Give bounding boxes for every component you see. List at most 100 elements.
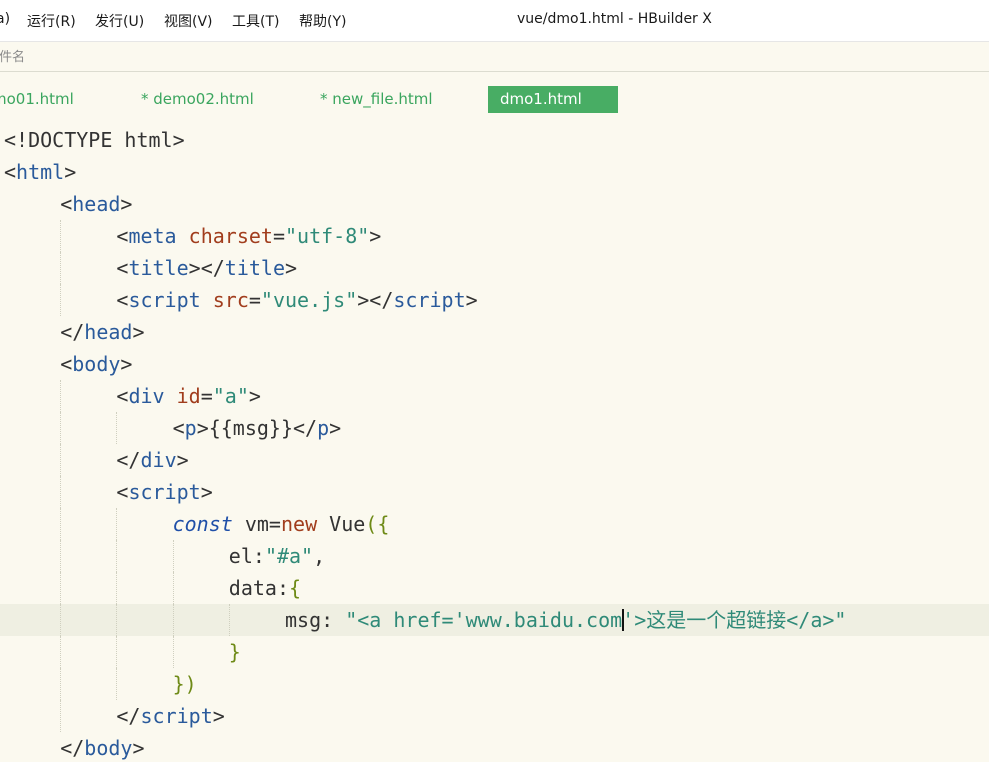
code-token: }	[228, 640, 241, 664]
code-line[interactable]: <title></title>	[0, 252, 989, 284]
code-line[interactable]: data:{	[0, 572, 989, 604]
code-token: head	[72, 192, 121, 216]
code-text: <title></title>	[116, 252, 297, 284]
code-token: >	[369, 224, 382, 248]
code-token: })	[172, 672, 197, 696]
code-line[interactable]: <meta charset="utf-8">	[0, 220, 989, 252]
code-line[interactable]: <html>	[0, 156, 989, 188]
indent-guide	[60, 604, 62, 636]
indent-guide	[60, 220, 62, 252]
code-line[interactable]: <script>	[0, 476, 989, 508]
code-line[interactable]: const vm=new Vue({	[0, 508, 989, 540]
indent-guide	[116, 636, 118, 668]
indent-guide	[60, 284, 62, 316]
code-token: <	[4, 160, 17, 184]
code-token: >	[465, 288, 478, 312]
code-token: script	[128, 480, 201, 504]
indent-guide	[60, 636, 62, 668]
code-text: <meta charset="utf-8">	[116, 220, 381, 252]
code-line[interactable]: <p>{{msg}}</p>	[0, 412, 989, 444]
code-text: <html>	[4, 156, 76, 188]
file-search-input[interactable]	[0, 47, 386, 67]
code-token: :	[321, 608, 346, 632]
indent-guide	[116, 572, 118, 604]
indent-guide	[60, 444, 62, 476]
indent-guide	[60, 380, 62, 412]
code-token: <	[116, 256, 129, 280]
tab-demo01[interactable]: mo01.html	[0, 86, 74, 113]
code-token: =	[248, 288, 261, 312]
code-token: html	[16, 160, 65, 184]
code-text: <!DOCTYPE html>	[4, 124, 185, 156]
code-line[interactable]: <script src="vue.js"></script>	[0, 284, 989, 316]
code-token: ></	[357, 288, 394, 312]
code-token: {	[289, 576, 302, 600]
code-token: >	[120, 192, 133, 216]
code-text: <div id="a">	[116, 380, 261, 412]
menu-item-help[interactable]: 帮助(Y)	[299, 11, 346, 31]
code-token: </	[116, 704, 141, 728]
code-token: </	[60, 320, 85, 344]
code-line[interactable]: <body>	[0, 348, 989, 380]
code-token: "utf-8"	[285, 224, 370, 248]
code-token: <	[60, 192, 73, 216]
code-text: <script>	[116, 476, 212, 508]
code-token: "#a"	[264, 544, 314, 568]
code-token: body	[84, 736, 133, 760]
code-text: })	[173, 668, 197, 700]
menu-item-view[interactable]: 视图(V)	[164, 11, 213, 31]
current-code-line[interactable]: msg: "<a href='www.baidu.com'>这是一个超链接</a…	[0, 604, 989, 636]
code-token: div	[140, 448, 177, 472]
tab-demo02[interactable]: * demo02.html	[141, 86, 254, 113]
code-line[interactable]: </div>	[0, 444, 989, 476]
indent-guide	[172, 604, 174, 636]
code-token: div	[128, 384, 165, 408]
code-line[interactable]: <div id="a">	[0, 380, 989, 412]
tab-dmo1-active[interactable]: dmo1.html	[488, 86, 618, 113]
code-token: script	[393, 288, 466, 312]
code-token: <	[116, 288, 129, 312]
indent-guide	[116, 668, 118, 700]
code-token: <!DOCTYPE html>	[4, 128, 185, 152]
indent-guide	[60, 508, 62, 540]
code-line[interactable]: }	[0, 636, 989, 668]
code-token: >	[176, 448, 189, 472]
code-line[interactable]: el:"#a",	[0, 540, 989, 572]
code-token: el	[228, 544, 253, 568]
code-token: new	[280, 512, 318, 536]
code-text: data:{	[229, 572, 301, 604]
code-line[interactable]: <!DOCTYPE html>	[0, 124, 989, 156]
menu-item-partial[interactable]: a)	[0, 11, 10, 27]
code-line[interactable]: })	[0, 668, 989, 700]
code-token: ></	[188, 256, 225, 280]
menu-item-tools[interactable]: 工具(T)	[232, 11, 279, 31]
code-token: meta	[128, 224, 177, 248]
code-token: Vue	[317, 512, 366, 536]
indent-guide	[60, 700, 62, 732]
code-token: title	[128, 256, 189, 280]
code-line[interactable]: <head>	[0, 188, 989, 220]
file-search-bar	[0, 42, 989, 72]
indent-guide	[172, 572, 174, 604]
code-token: >	[120, 352, 133, 376]
menu-item-publish[interactable]: 发行(U)	[95, 11, 144, 31]
code-editor[interactable]: <!DOCTYPE html> <html> <head> <meta charset…	[0, 124, 989, 762]
code-token: >	[248, 384, 261, 408]
code-token: </	[60, 736, 85, 760]
code-text: el:"#a",	[229, 540, 325, 572]
code-line[interactable]: </script>	[0, 700, 989, 732]
code-line[interactable]: </body>	[0, 732, 989, 762]
indent-guide	[60, 668, 62, 700]
code-token: ,	[313, 544, 326, 568]
code-token: >	[329, 416, 342, 440]
code-token: >	[132, 736, 145, 760]
tab-new-file[interactable]: * new_file.html	[320, 86, 433, 113]
code-line[interactable]: </head>	[0, 316, 989, 348]
code-token: "<a href='www.baidu.com'>这是一个超链接</a>"	[345, 608, 847, 632]
code-token: msg	[285, 608, 322, 632]
code-text: }	[229, 636, 241, 668]
indent-guide	[228, 604, 230, 636]
menu-item-run[interactable]: 运行(R)	[27, 11, 76, 31]
